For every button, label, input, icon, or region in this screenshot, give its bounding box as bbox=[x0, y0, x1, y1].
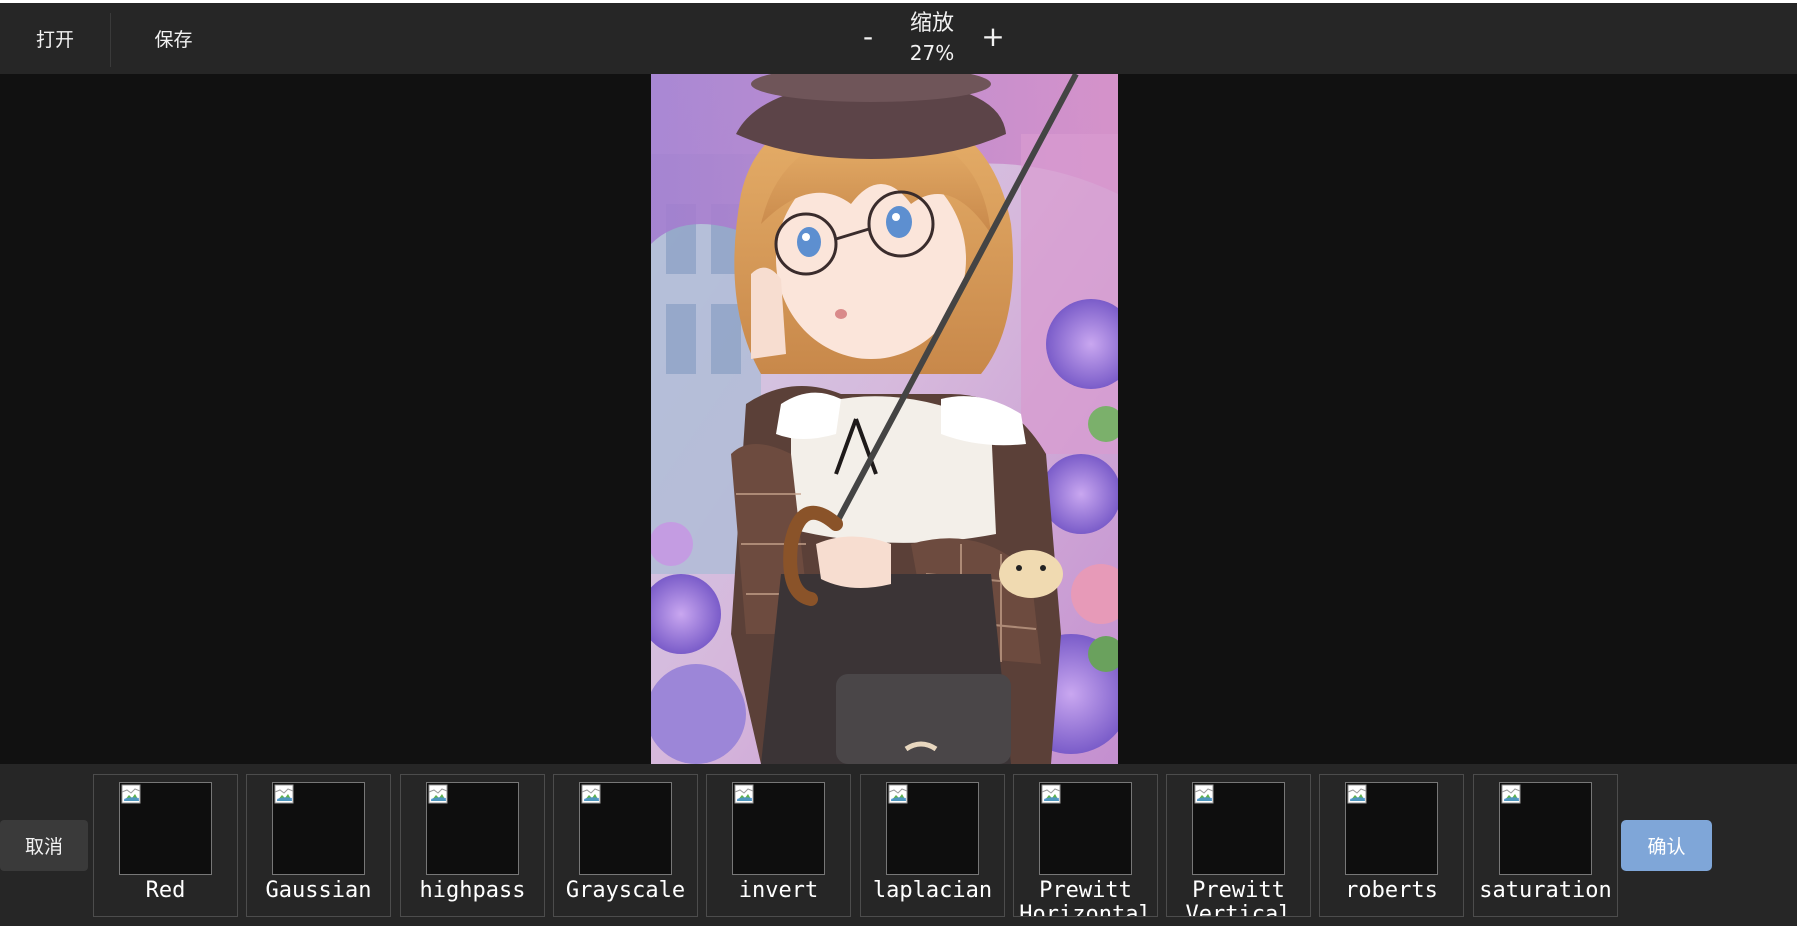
zoom-level: 27% bbox=[909, 41, 955, 65]
filter-label: Grayscale bbox=[565, 878, 686, 903]
broken-image-icon bbox=[1041, 784, 1061, 804]
filter-label: highpass bbox=[419, 878, 526, 903]
filter-option[interactable]: Prewitt Vertical bbox=[1166, 774, 1311, 917]
filter-thumbnail bbox=[1345, 782, 1438, 875]
broken-image-icon bbox=[888, 784, 908, 804]
filter-option[interactable]: Grayscale bbox=[553, 774, 698, 917]
filter-thumbnail bbox=[272, 782, 365, 875]
filter-thumbnail bbox=[579, 782, 672, 875]
zoom-out-button[interactable]: - bbox=[850, 19, 886, 55]
confirm-button[interactable]: 确认 bbox=[1621, 820, 1712, 871]
filter-bar: 取消 Red Gaussian highpass Grayscale invert lap… bbox=[0, 764, 1797, 926]
filter-option[interactable]: Gaussian bbox=[246, 774, 391, 917]
filter-option[interactable]: invert bbox=[706, 774, 851, 917]
cancel-button[interactable]: 取消 bbox=[0, 820, 88, 871]
broken-image-icon bbox=[428, 784, 448, 804]
top-toolbar: 打开 保存 - 缩放 27% + bbox=[0, 3, 1797, 74]
filter-thumbnail bbox=[1192, 782, 1285, 875]
filter-thumbnail bbox=[732, 782, 825, 875]
filter-label: laplacian bbox=[872, 878, 993, 903]
filter-thumbnail bbox=[1499, 782, 1592, 875]
broken-image-icon bbox=[734, 784, 754, 804]
filter-list: Red Gaussian highpass Grayscale invert laplac… bbox=[93, 774, 1618, 917]
zoom-title: 缩放 bbox=[909, 11, 954, 36]
anime-illustration bbox=[651, 74, 1118, 764]
filter-option[interactable]: laplacian bbox=[860, 774, 1005, 917]
filter-label: saturation bbox=[1479, 878, 1612, 903]
filter-option[interactable]: Red bbox=[93, 774, 238, 917]
filter-thumbnail bbox=[426, 782, 519, 875]
zoom-control: - 缩放 27% + bbox=[840, 3, 1020, 74]
editor-canvas[interactable] bbox=[0, 74, 1797, 764]
filter-label: invert bbox=[738, 878, 819, 903]
filter-option[interactable]: roberts bbox=[1319, 774, 1464, 917]
filter-thumbnail bbox=[119, 782, 212, 875]
broken-image-icon bbox=[1194, 784, 1214, 804]
filter-option[interactable]: Prewitt Horizontal bbox=[1013, 774, 1158, 917]
image-preview[interactable] bbox=[651, 74, 1118, 764]
open-button[interactable]: 打开 bbox=[0, 3, 110, 74]
filter-thumbnail bbox=[1039, 782, 1132, 875]
filter-label: roberts bbox=[1345, 878, 1438, 903]
filter-thumbnail bbox=[886, 782, 979, 875]
filter-label: Prewitt Horizontal bbox=[1019, 878, 1152, 917]
filter-label: Red bbox=[145, 878, 186, 903]
filter-label: Gaussian bbox=[265, 878, 372, 903]
filter-label: Prewitt Vertical bbox=[1185, 878, 1292, 917]
save-button[interactable]: 保存 bbox=[111, 3, 236, 74]
broken-image-icon bbox=[1501, 784, 1521, 804]
filter-option[interactable]: saturation bbox=[1473, 774, 1618, 917]
broken-image-icon bbox=[121, 784, 141, 804]
filter-option[interactable]: highpass bbox=[400, 774, 545, 917]
broken-image-icon bbox=[581, 784, 601, 804]
broken-image-icon bbox=[274, 784, 294, 804]
zoom-in-button[interactable]: + bbox=[975, 19, 1011, 55]
broken-image-icon bbox=[1347, 784, 1367, 804]
image-editor-app: 打开 保存 - 缩放 27% + 取消 Red Gaussian highpas… bbox=[0, 3, 1797, 926]
